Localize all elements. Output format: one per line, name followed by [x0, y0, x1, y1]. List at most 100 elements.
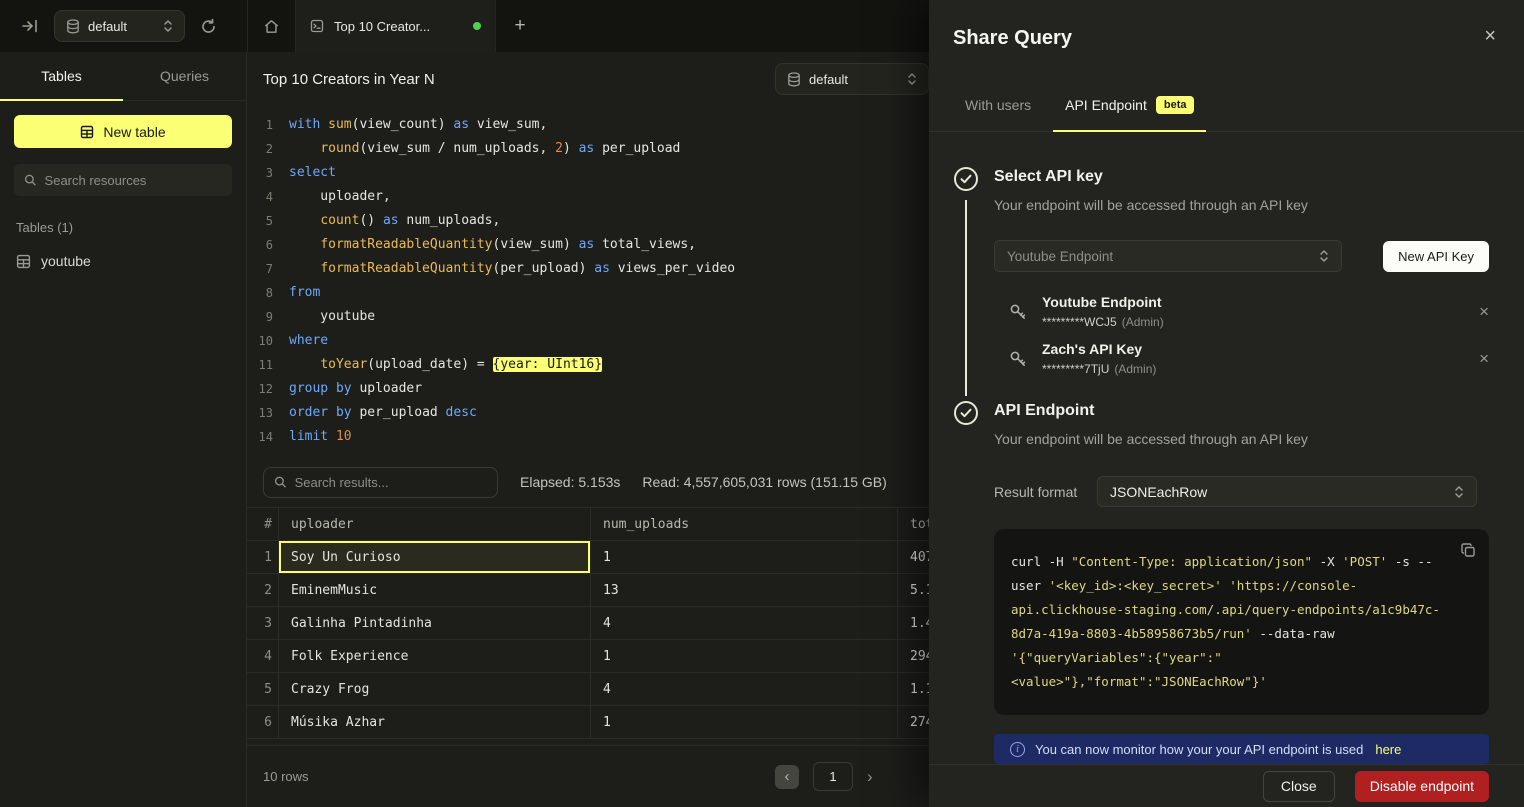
result-format-select[interactable]: JSONEachRow	[1097, 476, 1477, 507]
query-tab[interactable]: Top 10 Creator...	[296, 0, 496, 52]
sql-token: uploader	[352, 381, 422, 396]
line-number: 10	[247, 329, 273, 353]
database-selector-value: default	[88, 19, 155, 34]
row-number-cell: 2	[247, 574, 279, 606]
sql-token	[289, 357, 320, 372]
remove-key-button[interactable]: ×	[1479, 303, 1489, 320]
cell-num-uploads[interactable]: 1	[591, 706, 898, 738]
curl-token: --data-raw	[1252, 626, 1335, 641]
database-selector[interactable]: default	[54, 10, 185, 42]
cell-uploader[interactable]: Soy Un Curioso	[279, 541, 591, 573]
refresh-button[interactable]	[200, 18, 217, 35]
code-text: formatReadableQuantity(view_sum) as tota…	[273, 233, 696, 257]
header-cell[interactable]: #	[247, 508, 279, 540]
cell-num-uploads[interactable]: 1	[591, 640, 898, 672]
close-button[interactable]: Close	[1263, 771, 1335, 802]
curl-token: -X	[1312, 554, 1342, 569]
api-key-select-value: Youtube Endpoint	[1007, 249, 1113, 264]
cell-num-uploads[interactable]: 4	[591, 607, 898, 639]
plus-icon: +	[514, 15, 525, 36]
cell-uploader[interactable]: Galinha Pintadinha	[279, 607, 591, 639]
code-text: with sum(view_count) as view_sum,	[273, 113, 547, 137]
row-number-cell: 1	[247, 541, 279, 573]
copy-button[interactable]	[1460, 542, 1476, 558]
row-number-cell: 3	[247, 607, 279, 639]
unsaved-indicator-dot	[473, 22, 481, 30]
cell-uploader[interactable]: Folk Experience	[279, 640, 591, 672]
tab-with-users[interactable]: With users	[953, 90, 1043, 131]
chevron-updown-icon	[907, 72, 917, 86]
tab-queries[interactable]: Queries	[123, 52, 246, 100]
cell-num-uploads[interactable]: 4	[591, 673, 898, 705]
step-subtitle: Your endpoint will be accessed through a…	[994, 430, 1489, 448]
home-button[interactable]	[248, 0, 296, 52]
curl-command[interactable]: curl -H "Content-Type: application/json"…	[1011, 550, 1449, 694]
cell-num-uploads[interactable]: 13	[591, 574, 898, 606]
sidebar-toggle-button[interactable]	[21, 17, 39, 35]
search-results-box[interactable]	[263, 467, 498, 498]
line-number: 13	[247, 401, 273, 425]
next-page-button[interactable]: ›	[867, 768, 873, 785]
row-number-cell: 4	[247, 640, 279, 672]
close-panel-button[interactable]: ×	[1484, 26, 1496, 46]
page-number[interactable]: 1	[813, 762, 853, 791]
code-text: toYear(upload_date) = {year: UInt16}	[273, 353, 602, 377]
database-icon	[66, 19, 80, 34]
sql-token: formatReadableQuantity	[320, 261, 492, 276]
sql-token: 10	[336, 429, 352, 444]
header-cell[interactable]: uploader	[279, 508, 591, 540]
new-tab-button[interactable]: +	[496, 0, 544, 52]
new-api-key-button[interactable]: New API Key	[1383, 241, 1489, 272]
sql-token: view_sum,	[469, 117, 547, 132]
api-key-select[interactable]: Youtube Endpoint	[994, 240, 1342, 272]
banner-link-here[interactable]: here	[1375, 742, 1401, 757]
step-check-icon	[953, 400, 979, 426]
api-key-text: Youtube Endpoint*********WCJ5(Admin)	[1042, 294, 1164, 329]
sql-token	[289, 213, 320, 228]
table-item-youtube[interactable]: youtube	[0, 245, 246, 277]
disable-endpoint-button[interactable]: Disable endpoint	[1355, 771, 1489, 802]
cell-num-uploads[interactable]: 1	[591, 541, 898, 573]
pagination: ‹ 1 ›	[775, 762, 873, 791]
search-icon	[24, 173, 37, 187]
copy-icon	[1460, 542, 1476, 558]
tables-section-label[interactable]: Tables (1)	[16, 220, 230, 235]
sql-token: count	[320, 213, 359, 228]
sql-token: as	[383, 213, 399, 228]
share-panel-tabs: With users API Endpoint beta	[929, 90, 1524, 132]
tab-tables[interactable]: Tables	[0, 52, 123, 100]
sql-token: desc	[446, 405, 477, 420]
sql-token: total_views,	[594, 237, 696, 252]
step-title-api-endpoint: API Endpoint	[994, 400, 1489, 422]
editor-database-selector[interactable]: default	[775, 63, 929, 95]
chevron-right-icon: ›	[867, 767, 873, 786]
search-resources-input[interactable]	[45, 173, 222, 188]
cell-uploader[interactable]: Crazy Frog	[279, 673, 591, 705]
prev-page-button[interactable]: ‹	[775, 765, 799, 789]
sql-token: limit	[289, 429, 328, 444]
header-cell[interactable]: num_uploads	[591, 508, 898, 540]
sql-token: group by	[289, 381, 352, 396]
tab-api-endpoint[interactable]: API Endpoint beta	[1053, 90, 1206, 131]
code-text: where	[273, 329, 328, 353]
row-number-cell: 5	[247, 673, 279, 705]
new-table-button[interactable]: New table	[14, 115, 232, 148]
sql-token	[328, 429, 336, 444]
search-resources-box[interactable]	[14, 164, 232, 196]
search-results-input[interactable]	[295, 475, 487, 490]
info-icon: i	[1010, 742, 1025, 757]
refresh-icon	[200, 18, 217, 35]
cell-uploader[interactable]: Músika Azhar	[279, 706, 591, 738]
sql-token	[289, 261, 320, 276]
sql-token: select	[289, 165, 336, 180]
cell-uploader[interactable]: EminemMusic	[279, 574, 591, 606]
api-key-role: (Admin)	[1114, 362, 1156, 376]
sql-token	[289, 237, 320, 252]
sql-token: order by	[289, 405, 352, 420]
code-text: limit 10	[273, 425, 352, 449]
sql-token: as	[453, 117, 469, 132]
step-title-select-api-key: Select API key	[994, 166, 1489, 188]
sql-token: )	[563, 141, 579, 156]
remove-key-button[interactable]: ×	[1479, 350, 1489, 367]
code-text: uploader,	[273, 185, 391, 209]
